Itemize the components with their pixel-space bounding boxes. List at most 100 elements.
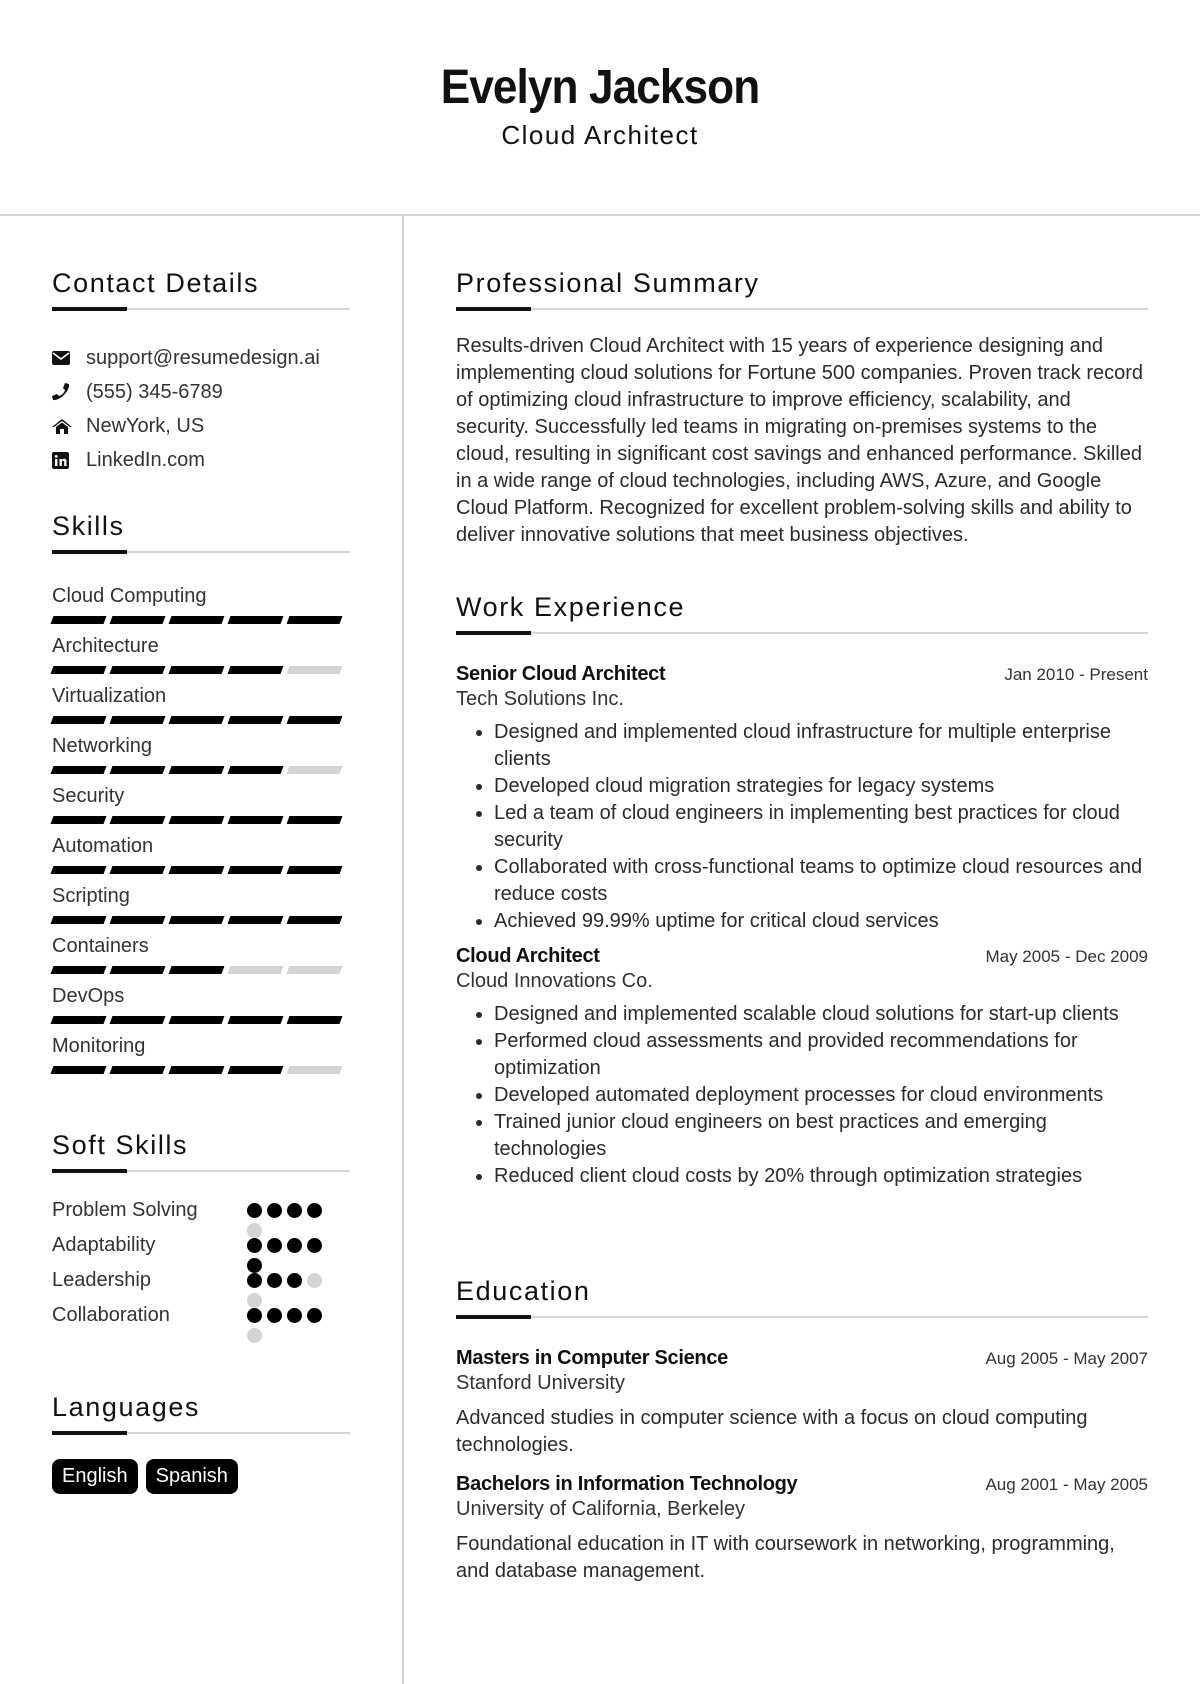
home-icon [52,418,86,434]
rating-segment-filled [227,716,284,724]
soft-skill-name: Problem Solving [52,1199,198,1221]
skill-item: Networking [50,732,350,782]
resume-header: Evelyn Jackson Cloud Architect [0,0,1200,215]
summary-section: Professional Summary Results-driven Clou… [456,268,1148,549]
job-entry: Cloud Architect May 2005 - Dec 2009 Cloud … [456,945,1148,1190]
rating-dot-filled [267,1273,282,1288]
header-divider [0,214,1200,216]
rating-segment-filled [109,1016,166,1024]
rating-segment-filled [168,866,225,874]
experience-section: Work Experience Senior Cloud Architect Ja… [456,592,1148,1190]
section-rule [52,550,350,554]
rating-dot-filled [247,1308,262,1323]
contact-linkedin[interactable]: LinkedIn.com [52,443,350,477]
rating-segment-filled [50,916,107,924]
languages-list: English Spanish [52,1459,350,1494]
rating-segment-filled [286,1016,343,1024]
skill-name: DevOps [52,985,125,1007]
phone-icon [52,383,86,401]
rating-segment-filled [227,666,284,674]
rating-segment-filled [109,866,166,874]
language-badge: Spanish [145,1459,238,1494]
rating-segment-filled [168,966,225,974]
contact-location-text: NewYork, US [86,414,205,437]
skill-item: Scripting [50,882,350,932]
rating-segment-empty [286,766,343,774]
section-title: Soft Skills [52,1130,189,1160]
rating-segment-filled [50,766,107,774]
rating-segment-filled [168,766,225,774]
education-description: Foundational education in IT with course… [456,1533,1115,1582]
rating-dot-filled [287,1203,302,1218]
skill-rating-bar [50,1066,350,1074]
rating-dot-empty [307,1273,322,1288]
job-bullet: Designed and implemented scalable cloud … [494,1001,1148,1028]
soft-skill-item: Adaptability [52,1232,350,1273]
job-bullet: Developed automated deployment processes… [494,1082,1148,1109]
education-entry: Bachelors in Information Technology Aug 2… [456,1473,1148,1585]
rating-segment-filled [168,666,225,674]
rating-segment-filled [227,916,284,924]
rating-segment-empty [286,1066,343,1074]
rating-segment-filled [227,866,284,874]
rating-segment-filled [286,816,343,824]
rating-segment-filled [168,1066,225,1074]
section-title: Education [456,1276,591,1306]
job-header: Senior Cloud Architect Jan 2010 - Present [456,663,1148,686]
rating-segment-filled [168,916,225,924]
skill-item: Automation [50,832,350,882]
rating-dot-filled [307,1308,322,1323]
rating-segment-filled [109,916,166,924]
job-bullet: Achieved 99.99% uptime for critical clou… [494,908,1148,935]
job-bullets: Designed and implemented scalable cloud … [456,1001,1148,1190]
rating-segment-filled [109,666,166,674]
section-rule [52,1431,350,1435]
rating-dot-filled [287,1238,302,1253]
job-bullets: Designed and implemented cloud infrastru… [456,719,1148,935]
rating-dot-filled [267,1308,282,1323]
rating-segment-filled [227,816,284,824]
rating-segment-filled [50,716,107,724]
soft-skill-name: Collaboration [52,1304,170,1326]
education-header: Bachelors in Information Technology Aug 2… [456,1473,1148,1496]
rating-segment-filled [50,616,107,624]
section-rule [52,1169,350,1173]
job-bullet: Reduced client cloud costs by 20% throug… [494,1163,1148,1190]
skill-name: Virtualization [52,685,167,707]
contact-email[interactable]: support@resumedesign.ai [52,341,350,375]
job-header: Cloud Architect May 2005 - Dec 2009 [456,945,1148,968]
rating-segment-filled [168,816,225,824]
skill-name: Monitoring [52,1035,146,1057]
education-description: Advanced studies in computer science wit… [456,1407,1088,1456]
job-dates: May 2005 - Dec 2009 [985,947,1148,966]
skill-item: Architecture [50,632,350,682]
rating-segment-filled [168,716,225,724]
soft-skill-item: Problem Solving [52,1197,350,1238]
job-dates: Jan 2010 - Present [1004,665,1148,684]
rating-segment-filled [109,616,166,624]
skill-name: Security [52,785,125,807]
job-bullet: Trained junior cloud engineers on best p… [494,1109,1148,1163]
job-title: Senior Cloud Architect [456,663,666,685]
skill-item: Virtualization [50,682,350,732]
candidate-name: Evelyn Jackson [440,61,760,114]
rating-segment-filled [109,1066,166,1074]
rating-segment-filled [50,866,107,874]
rating-dot-filled [247,1273,262,1288]
skills-list: Cloud Computing Architecture Virtualizatio… [50,582,350,1082]
language-badge: English [52,1459,138,1494]
contact-section: Contact Details support@resumedesign.ai … [52,268,350,477]
linkedin-icon [52,451,86,469]
skill-name: Scripting [52,885,130,907]
contact-email-text: support@resumedesign.ai [86,346,320,369]
skill-item: Monitoring [50,1032,350,1082]
contact-phone[interactable]: (555) 345-6789 [52,375,350,409]
job-bullet: Collaborated with cross-functional teams… [494,854,1148,908]
rating-dot-empty [247,1328,262,1343]
column-divider [402,216,404,1684]
rating-segment-filled [50,1066,107,1074]
degree-title: Bachelors in Information Technology [456,1473,798,1495]
rating-segment-filled [168,1016,225,1024]
rating-dot-filled [287,1308,302,1323]
rating-segment-filled [109,766,166,774]
